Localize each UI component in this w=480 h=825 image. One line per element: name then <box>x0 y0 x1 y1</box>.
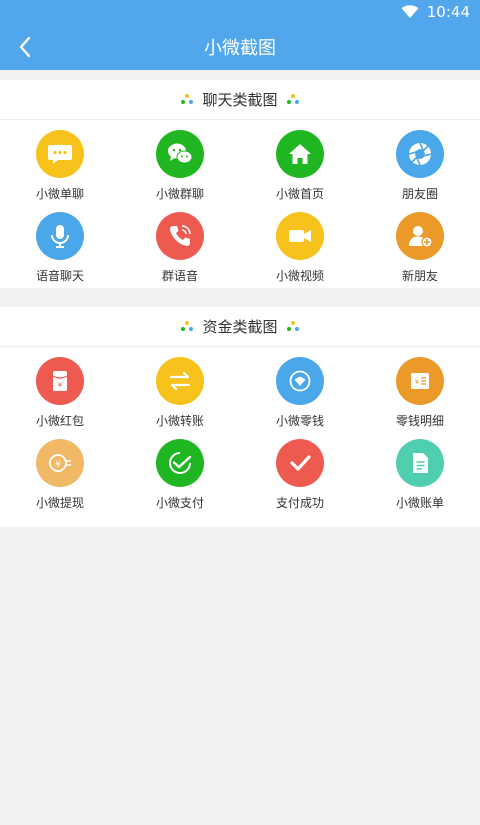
transfer-icon <box>169 371 191 391</box>
bill-icon <box>413 453 428 473</box>
grid-item-withdraw[interactable]: ¥ 小微提现 <box>0 429 120 511</box>
icon-circle <box>36 130 84 178</box>
grid-item-label: 小微红包 <box>35 414 84 428</box>
decorative-dots-icon <box>286 320 299 331</box>
grid-item-new-friend[interactable]: 新朋友 <box>360 202 480 284</box>
grid-item-bill[interactable]: 小微账单 <box>360 429 480 511</box>
status-time: 10:44 <box>426 3 470 21</box>
section-header: 聊天类截图 <box>0 80 480 120</box>
icon-circle: ¥ <box>396 357 444 405</box>
grid-item-moments[interactable]: 朋友圈 <box>360 120 480 202</box>
grid-item-red-packet[interactable]: ¥ 小微红包 <box>0 347 120 429</box>
icon-circle <box>276 130 324 178</box>
grid-item-label: 小微群聊 <box>155 187 204 201</box>
grid-item-label: 小微首页 <box>275 187 324 201</box>
video-camera-icon <box>289 230 311 242</box>
icon-circle <box>156 212 204 260</box>
icon-circle <box>276 357 324 405</box>
svg-text:¥: ¥ <box>58 381 63 389</box>
svg-text:¥: ¥ <box>55 460 61 470</box>
withdraw-icon: ¥ <box>49 454 71 472</box>
grid-item-label: 小微视频 <box>275 269 324 283</box>
decorative-dots-icon <box>181 93 194 104</box>
grid-item-label: 小微零钱 <box>275 414 324 428</box>
grid-item-label: 小微账单 <box>395 496 444 510</box>
success-check-icon <box>290 455 311 471</box>
grid-item-change-details[interactable]: ¥ 零钱明细 <box>360 347 480 429</box>
back-button[interactable] <box>10 32 40 62</box>
grid-item-label: 小微支付 <box>155 496 204 510</box>
chat-bubble-icon <box>48 145 72 164</box>
icon-circle: ¥ <box>36 439 84 487</box>
grid-item-label: 小微提现 <box>35 496 84 510</box>
grid-item-pay-success[interactable]: 支付成功 <box>240 429 360 511</box>
grid-item-label: 新朋友 <box>401 269 438 283</box>
grid-item-chat-group[interactable]: 小微群聊 <box>120 120 240 202</box>
grid-item-label: 小微单聊 <box>35 187 84 201</box>
red-packet-icon: ¥ <box>52 371 68 391</box>
home-icon <box>289 144 311 164</box>
icon-circle <box>156 357 204 405</box>
section-title: 聊天类截图 <box>202 91 278 109</box>
grid-item-video[interactable]: 小微视频 <box>240 202 360 284</box>
icon-circle <box>36 212 84 260</box>
grid-item-label: 语音聊天 <box>35 269 84 283</box>
grid-item-group-voice[interactable]: 群语音 <box>120 202 240 284</box>
section-title: 资金类截图 <box>202 318 278 336</box>
decorative-dots-icon <box>286 93 299 104</box>
icon-circle <box>156 130 204 178</box>
chat-grid: 小微单聊 小微群聊 小微首页 朋友圈 语音聊天 群语音 小微视频 新朋友 <box>0 120 480 284</box>
page-title: 小微截图 <box>204 38 276 59</box>
icon-circle <box>396 212 444 260</box>
grid-item-label: 群语音 <box>161 269 198 283</box>
icon-circle <box>276 439 324 487</box>
grid-item-label: 支付成功 <box>275 496 324 510</box>
grid-item-chat-single[interactable]: 小微单聊 <box>0 120 120 202</box>
back-arrow-icon <box>19 36 31 58</box>
payment-check-icon <box>169 452 192 474</box>
svg-text:¥: ¥ <box>415 378 420 386</box>
fund-screenshots-section: 资金类截图 ¥ 小微红包 小微转账 小微零钱 ¥ 零钱明细 ¥ 小微提现 小微支… <box>0 307 480 527</box>
microphone-icon <box>51 225 69 248</box>
phone-icon <box>170 225 191 246</box>
grid-item-change[interactable]: 小微零钱 <box>240 347 360 429</box>
status-bar: 10:44 <box>0 0 480 24</box>
ledger-icon: ¥ <box>411 373 429 389</box>
chat-screenshots-section: 聊天类截图 小微单聊 小微群聊 小微首页 朋友圈 语音聊天 群语音 小微视频 新… <box>0 80 480 288</box>
fund-grid: ¥ 小微红包 小微转账 小微零钱 ¥ 零钱明细 ¥ 小微提现 小微支付 支付成功… <box>0 347 480 511</box>
grid-item-pay[interactable]: 小微支付 <box>120 429 240 511</box>
icon-circle <box>396 439 444 487</box>
section-header: 资金类截图 <box>0 307 480 347</box>
aperture-icon <box>408 142 432 166</box>
grid-item-label: 小微转账 <box>155 414 204 428</box>
icon-circle <box>396 130 444 178</box>
wechat-icon <box>168 143 193 164</box>
icon-circle <box>276 212 324 260</box>
grid-item-voice-chat[interactable]: 语音聊天 <box>0 202 120 284</box>
wallet-icon <box>289 370 311 392</box>
grid-item-home[interactable]: 小微首页 <box>240 120 360 202</box>
icon-circle <box>156 439 204 487</box>
grid-item-transfer[interactable]: 小微转账 <box>120 347 240 429</box>
wifi-icon <box>401 5 419 18</box>
add-friend-icon <box>409 226 433 248</box>
decorative-dots-icon <box>181 320 194 331</box>
grid-item-label: 零钱明细 <box>395 414 444 428</box>
app-bar: 小微截图 <box>0 24 480 70</box>
icon-circle: ¥ <box>36 357 84 405</box>
grid-item-label: 朋友圈 <box>401 187 438 201</box>
